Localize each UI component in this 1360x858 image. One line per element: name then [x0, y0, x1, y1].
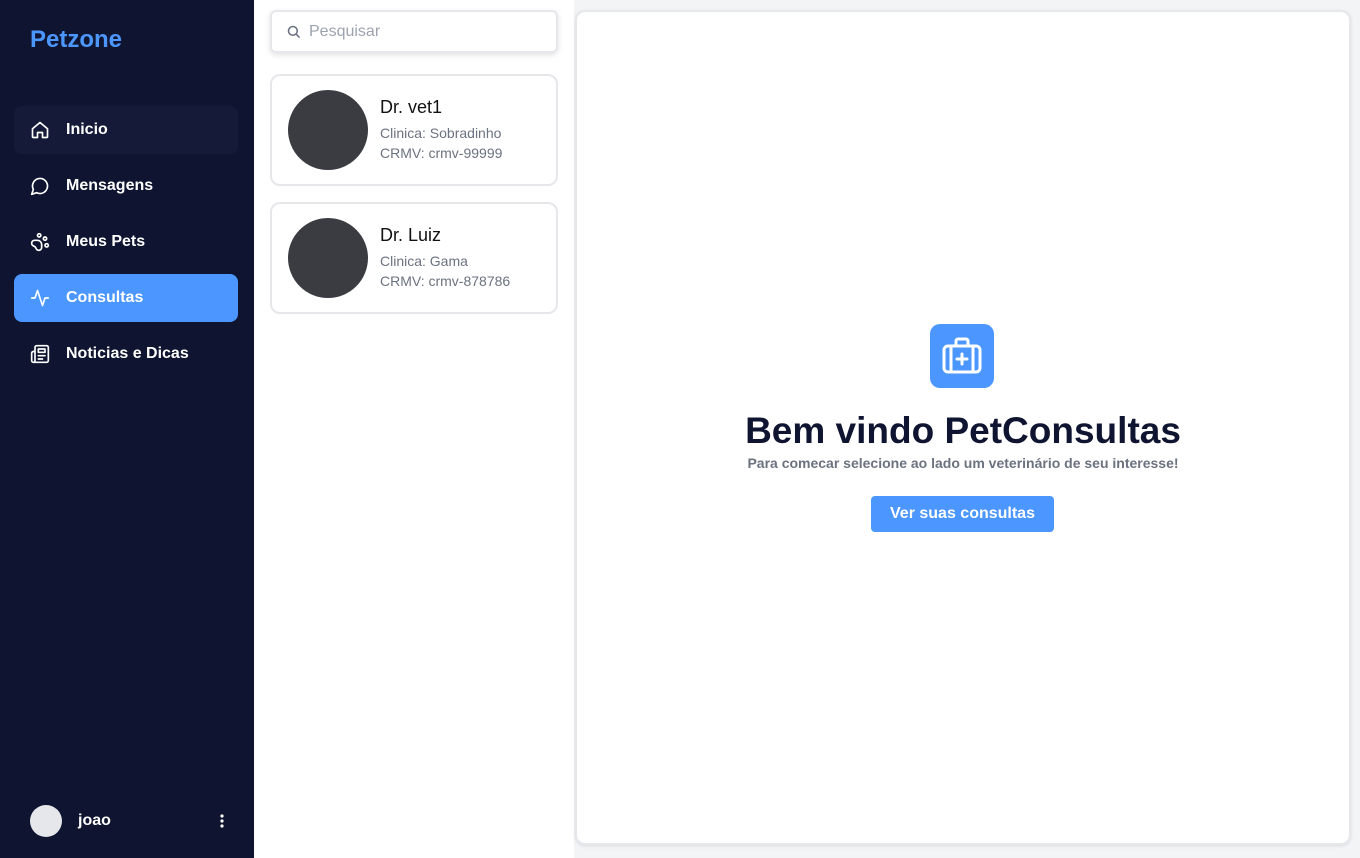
welcome-panel: Bem vindo PetConsultas Para comecar sele… — [575, 10, 1351, 845]
vet-info: Dr. Luiz Clinica: Gama CRMV: crmv-878786 — [380, 225, 510, 291]
vet-avatar — [288, 90, 368, 170]
user-name: joao — [78, 812, 111, 829]
page-subtitle: Para comecar selecione ao lado um veteri… — [747, 455, 1179, 471]
vet-card[interactable]: Dr. vet1 Clinica: Sobradinho CRMV: crmv-… — [270, 74, 558, 186]
kebab-menu-icon[interactable] — [214, 811, 230, 831]
medical-kit-icon — [930, 324, 994, 388]
vet-clinic: Clinica: Gama — [380, 253, 468, 269]
paw-icon — [30, 232, 50, 252]
sidebar-item-mensagens[interactable]: Mensagens — [14, 162, 238, 210]
sidebar-item-label: Meus Pets — [66, 233, 146, 250]
brand-logo[interactable]: Petzone — [30, 26, 122, 54]
vet-card[interactable]: Dr. Luiz Clinica: Gama CRMV: crmv-878786 — [270, 202, 558, 314]
sidebar-item-label: Inicio — [66, 121, 108, 138]
user-profile[interactable]: joao — [30, 805, 230, 837]
page-title: Bem vindo PetConsultas — [745, 410, 1181, 451]
home-icon — [30, 120, 50, 140]
vet-avatar — [288, 218, 368, 298]
search-box[interactable] — [270, 10, 558, 53]
sidebar-item-consultas[interactable]: Consultas — [14, 274, 238, 322]
sidebar-item-inicio[interactable]: Inicio — [14, 106, 238, 154]
sidebar: Petzone Inicio Mensagens Meus Pets Consu… — [0, 0, 254, 858]
view-appointments-button[interactable]: Ver suas consultas — [871, 496, 1054, 532]
chat-bubble-icon — [30, 176, 50, 196]
vet-list-panel: Dr. vet1 Clinica: Sobradinho CRMV: crmv-… — [254, 0, 574, 858]
avatar[interactable] — [30, 805, 62, 837]
vet-clinic: Clinica: Sobradinho — [380, 125, 502, 141]
newspaper-icon — [30, 344, 50, 364]
vet-name: Dr. Luiz — [380, 225, 442, 245]
sidebar-item-label: Consultas — [66, 289, 144, 306]
vet-name: Dr. vet1 — [380, 97, 443, 117]
sidebar-nav: Inicio Mensagens Meus Pets Consultas Not… — [14, 106, 238, 386]
vet-crmv: CRMV: crmv-878786 — [380, 273, 511, 289]
sidebar-item-label: Noticias e Dicas — [66, 345, 189, 362]
sidebar-item-meus-pets[interactable]: Meus Pets — [14, 218, 238, 266]
activity-icon — [30, 288, 50, 308]
vet-crmv: CRMV: crmv-99999 — [380, 145, 503, 161]
vet-info: Dr. vet1 Clinica: Sobradinho CRMV: crmv-… — [380, 97, 502, 163]
sidebar-item-label: Mensagens — [66, 177, 154, 194]
search-icon — [287, 25, 300, 38]
search-input[interactable] — [309, 22, 529, 41]
sidebar-item-noticias-e-dicas[interactable]: Noticias e Dicas — [14, 330, 238, 378]
